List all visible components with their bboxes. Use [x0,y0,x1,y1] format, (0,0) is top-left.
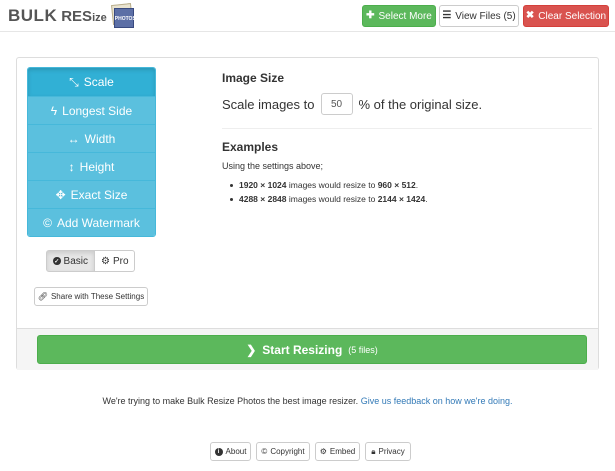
pro-mode-button[interactable]: ⚙ Pro [95,250,135,272]
copyright-button[interactable]: © Copyright [256,442,310,461]
about-label: About [225,447,247,456]
embed-label: Embed [329,447,356,456]
privacy-label: Privacy [378,447,405,456]
nav-item-label: Longest Side [62,103,133,118]
horizontal-arrows-icon: ↔ [67,131,80,146]
bolt-icon: ϟ [50,103,58,118]
basic-mode-button[interactable]: ✓ Basic [46,250,95,272]
info-icon: i [214,447,223,456]
about-button[interactable]: i About [210,442,251,461]
view-files-button[interactable]: ☰ View Files (5) [439,5,519,27]
resize-mode-nav: ⤡ Scale ϟ Longest Side ↔ Width ↕ Height … [27,67,156,237]
embed-button[interactable]: ⚙ Embed [315,442,360,461]
examples-heading: Examples [222,140,279,154]
nav-item-longest-side[interactable]: ϟ Longest Side [28,96,155,124]
scale-suffix-text: % of the original size. [358,96,483,112]
nav-item-width[interactable]: ↔ Width [28,124,155,152]
move-arrows-icon: ✥ [55,187,66,202]
resize-settings-panel: ⤡ Scale ϟ Longest Side ↔ Width ↕ Height … [16,57,599,370]
copyright-circle-icon: © [43,215,52,230]
logo-resize-text: RESize [61,8,107,25]
nav-item-label: Height [79,159,115,174]
basic-mode-label: Basic [63,255,88,267]
vertical-arrows-icon: ↕ [68,159,75,174]
compress-arrows-icon: ⤡ [69,74,79,89]
start-resizing-button[interactable]: ❯ Start Resizing (5 files) [37,335,587,364]
logo-bulk-text: BULK [8,6,58,25]
examples-intro: Using the settings above; [222,161,324,171]
image-size-heading: Image Size [222,71,285,85]
list-item: 4288 × 2848 images would resize to 2144 … [230,194,592,204]
scale-percent-input[interactable] [320,93,353,115]
logo-photos-text: PHOTOS [114,16,136,22]
clear-selection-label: Clear Selection [538,10,607,22]
mode-toggle: ✓ Basic ⚙ Pro [46,250,135,272]
clear-selection-button[interactable]: ✖ Clear Selection [523,5,609,27]
logo[interactable]: BULK RESize PHOTOS [8,3,136,29]
logo-ize-text: ize [92,11,107,24]
start-resizing-label: Start Resizing [262,342,343,357]
share-settings-button[interactable]: 🔗︎ Share with These Settings [34,287,148,306]
close-icon: ✖ [525,10,535,21]
chevron-right-icon: ❯ [246,342,257,357]
scale-row: Scale images to % of the original size. [222,93,592,115]
gear-icon: ⚙ [101,255,110,267]
nav-item-add-watermark[interactable]: © Add Watermark [28,208,155,236]
share-settings-label: Share with These Settings [50,292,145,301]
check-circle-icon: ✓ [53,257,61,265]
nav-item-label: Scale [83,75,114,89]
nav-item-label: Exact Size [70,187,128,202]
feedback-line: We're trying to make Bulk Resize Photos … [0,396,615,406]
select-more-button[interactable]: ✚ Select More [362,5,436,27]
nav-item-label: Width [84,131,116,146]
list-icon: ☰ [442,10,452,21]
feedback-text: We're trying to make Bulk Resize Photos … [102,396,359,406]
settings-content: Image Size Scale images to % of the orig… [222,71,592,208]
nav-item-scale[interactable]: ⤡ Scale [28,68,155,96]
copyright-icon: © [261,447,268,456]
plus-icon: ✚ [366,10,375,21]
logo-re-text: RES [61,7,93,25]
list-item: 1920 × 1024 images would resize to 960 ×… [230,180,592,190]
select-more-label: Select More [378,10,432,22]
feedback-link[interactable]: Give us feedback on how we're doing. [361,396,513,406]
gears-icon: ⚙ [319,447,327,456]
link-icon: 🔗︎ [37,292,48,301]
copyright-label: Copyright [270,447,305,456]
examples-list: 1920 × 1024 images would resize to 960 ×… [222,180,592,204]
privacy-button[interactable]: 🔒︎ Privacy [365,442,411,461]
top-bar: BULK RESize PHOTOS ✚ Select More ☰ View … [0,0,615,32]
nav-item-height[interactable]: ↕ Height [28,152,155,180]
photos-logo-icon: PHOTOS [110,3,136,28]
scale-prefix-text: Scale images to [222,96,315,112]
file-count-text: (5 files) [348,344,378,355]
lock-icon: 🔒︎ [371,446,376,456]
panel-footer: ❯ Start Resizing (5 files) [17,328,598,370]
nav-item-label: Add Watermark [56,215,140,230]
nav-item-exact-size[interactable]: ✥ Exact Size [28,180,155,208]
divider [222,128,592,129]
pro-mode-label: Pro [112,255,129,267]
view-files-label: View Files (5) [455,10,516,22]
